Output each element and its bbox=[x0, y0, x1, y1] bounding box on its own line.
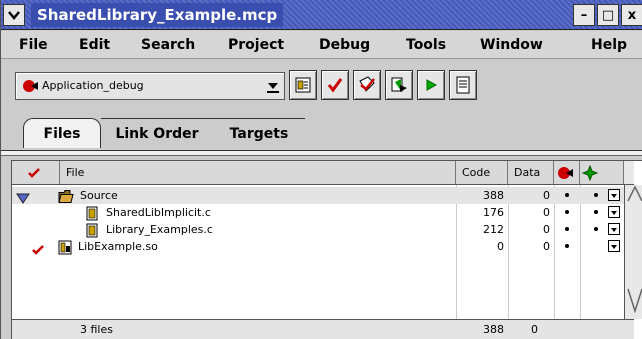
title-bar[interactable]: SharedLibrary_Example.mcp – □ x bbox=[1, 0, 642, 30]
file-name: Library_Examples.c bbox=[106, 223, 213, 236]
vertical-scrollbar[interactable] bbox=[624, 185, 642, 319]
file-count: 3 files bbox=[80, 323, 113, 336]
target-select[interactable]: Application_debug bbox=[15, 72, 285, 100]
debug-dot-icon[interactable] bbox=[565, 210, 569, 214]
header-scroll-corner bbox=[624, 161, 634, 184]
table-row[interactable]: LibExample.so 0 0 bbox=[12, 238, 624, 255]
data-size: 0 bbox=[543, 223, 550, 236]
data-size: 0 bbox=[543, 189, 550, 202]
collapse-button[interactable] bbox=[3, 4, 25, 26]
table-row[interactable]: Source 388 0 bbox=[12, 187, 624, 204]
folder-icon bbox=[58, 190, 74, 203]
header-debug-column[interactable] bbox=[554, 161, 580, 184]
run-icon bbox=[426, 79, 438, 91]
maximize-icon: □ bbox=[601, 7, 615, 23]
maximize-button[interactable]: □ bbox=[597, 4, 619, 26]
file-name: SharedLibImplicit.c bbox=[106, 206, 211, 219]
target-icon bbox=[23, 80, 38, 92]
total-code-size: 388 bbox=[483, 323, 504, 336]
header-target-column[interactable] bbox=[580, 161, 624, 184]
menu-debug[interactable]: Debug bbox=[319, 37, 370, 53]
target-dot-icon[interactable] bbox=[594, 227, 598, 231]
check-syntax-button[interactable] bbox=[321, 70, 349, 100]
scrollbar-arrows-icon bbox=[627, 185, 642, 314]
settings-button[interactable] bbox=[289, 70, 317, 100]
header-check-column[interactable] bbox=[12, 161, 60, 184]
target-dot-icon[interactable] bbox=[594, 210, 598, 214]
file-popup-button[interactable] bbox=[608, 189, 620, 201]
menu-search[interactable]: Search bbox=[141, 37, 195, 53]
menu-file[interactable]: File bbox=[19, 37, 48, 53]
make-button[interactable] bbox=[385, 70, 413, 100]
tab-divider bbox=[1, 150, 642, 156]
menu-help[interactable]: Help bbox=[591, 37, 627, 53]
window-title: SharedLibrary_Example.mcp bbox=[31, 3, 284, 27]
library-file-icon bbox=[58, 240, 72, 255]
table-footer: 3 files 388 0 bbox=[12, 319, 634, 339]
header-data[interactable]: Data bbox=[508, 161, 554, 184]
file-name: LibExample.so bbox=[78, 240, 158, 253]
file-popup-button[interactable] bbox=[608, 240, 620, 252]
tab-link-order-label: Link Order bbox=[115, 125, 199, 142]
file-name: Source bbox=[80, 189, 118, 202]
header-code[interactable]: Code bbox=[456, 161, 508, 184]
make-icon bbox=[391, 77, 407, 92]
code-size: 0 bbox=[497, 240, 504, 253]
debug-dot-icon[interactable] bbox=[565, 244, 569, 248]
minimize-icon: – bbox=[580, 7, 588, 23]
checkmark-icon bbox=[28, 168, 40, 178]
data-size: 0 bbox=[543, 240, 550, 253]
menu-tools[interactable]: Tools bbox=[406, 37, 446, 53]
settings-icon bbox=[295, 77, 311, 93]
menu-bar: File Edit Search Project Debug Tools Win… bbox=[1, 31, 642, 59]
table-row[interactable]: SharedLibImplicit.c 176 0 bbox=[12, 204, 624, 221]
debug-icon bbox=[558, 167, 573, 179]
document-button[interactable] bbox=[449, 70, 477, 100]
toolbar: Application_debug bbox=[1, 60, 642, 114]
table-header: File Code Data bbox=[12, 161, 634, 185]
bring-up-to-date-button[interactable] bbox=[353, 70, 381, 100]
tab-files-label: Files bbox=[43, 125, 81, 142]
target-select-value: Application_debug bbox=[42, 79, 144, 92]
check-syntax-icon bbox=[327, 78, 343, 93]
checkmark-icon[interactable] bbox=[32, 241, 44, 258]
menu-project[interactable]: Project bbox=[228, 37, 284, 53]
dropdown-arrow-icon bbox=[267, 83, 279, 93]
menu-edit[interactable]: Edit bbox=[79, 37, 110, 53]
close-button[interactable]: x bbox=[621, 4, 642, 26]
code-size: 212 bbox=[483, 223, 504, 236]
file-table: File Code Data Source 388 0 SharedLibImp… bbox=[11, 160, 642, 339]
run-button[interactable] bbox=[417, 70, 445, 100]
debug-dot-icon[interactable] bbox=[565, 193, 569, 197]
total-data-size: 0 bbox=[531, 323, 538, 336]
project-window: SharedLibrary_Example.mcp – □ x File Edi… bbox=[0, 0, 642, 339]
target-bug-icon bbox=[582, 165, 598, 181]
tab-targets[interactable]: Targets bbox=[213, 118, 305, 148]
minimize-button[interactable]: – bbox=[573, 4, 595, 26]
close-icon: x bbox=[627, 7, 637, 23]
menu-window[interactable]: Window bbox=[480, 37, 543, 53]
source-file-icon bbox=[86, 223, 98, 238]
target-dot-icon[interactable] bbox=[594, 193, 598, 197]
debug-dot-icon[interactable] bbox=[565, 227, 569, 231]
file-popup-button[interactable] bbox=[608, 223, 620, 235]
chevron-down-icon bbox=[8, 11, 20, 20]
tab-bar: Files Link Order Targets bbox=[1, 114, 642, 150]
code-size: 388 bbox=[483, 189, 504, 202]
data-size: 0 bbox=[543, 206, 550, 219]
bring-up-to-date-icon bbox=[359, 76, 375, 92]
document-icon bbox=[456, 76, 470, 94]
tab-files[interactable]: Files bbox=[23, 118, 101, 148]
file-popup-button[interactable] bbox=[608, 206, 620, 218]
source-file-icon bbox=[86, 206, 98, 221]
table-row[interactable]: Library_Examples.c 212 0 bbox=[12, 221, 624, 238]
header-file[interactable]: File bbox=[60, 161, 456, 184]
tab-targets-label: Targets bbox=[229, 125, 289, 142]
tab-link-order[interactable]: Link Order bbox=[101, 118, 213, 148]
code-size: 176 bbox=[483, 206, 504, 219]
